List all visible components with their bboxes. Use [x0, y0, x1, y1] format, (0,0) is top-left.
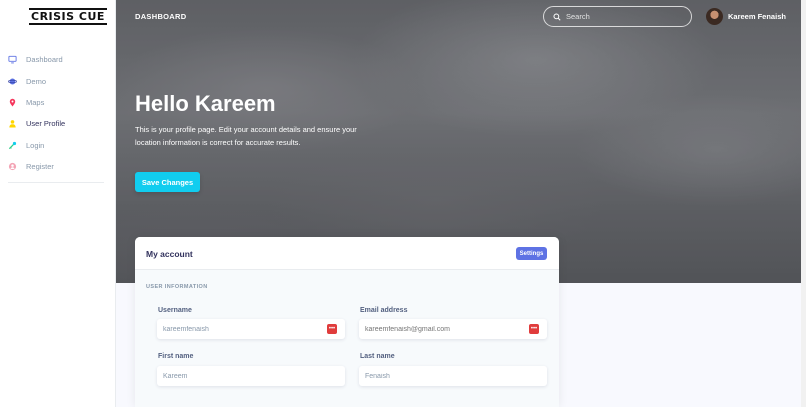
sidebar-nav: Dashboard Demo Maps User Profile Login R…: [0, 49, 116, 177]
password-manager-icon[interactable]: •••: [529, 324, 539, 334]
scrollbar[interactable]: [801, 0, 806, 407]
sidebar-item-user-profile[interactable]: User Profile: [0, 113, 116, 134]
settings-button[interactable]: Settings: [516, 247, 547, 260]
password-manager-icon[interactable]: •••: [327, 324, 337, 334]
last-name-field[interactable]: [365, 372, 515, 380]
pin-icon: [8, 98, 17, 107]
sidebar-item-label: Dashboard: [26, 55, 63, 65]
sidebar-item-login[interactable]: Login: [0, 135, 116, 156]
sidebar: CRISIS CUE Dashboard Demo Maps User Prof…: [0, 0, 116, 407]
search-input[interactable]: [566, 12, 686, 21]
username-label: Username: [158, 307, 192, 314]
profile-description: This is your profile page. Edit your acc…: [135, 125, 357, 147]
sidebar-item-label: User Profile: [26, 119, 66, 129]
email-label: Email address: [360, 307, 408, 314]
sidebar-item-label: Demo: [26, 76, 47, 86]
key-icon: [8, 141, 17, 150]
sidebar-divider: [8, 182, 104, 183]
save-changes-button[interactable]: Save Changes: [135, 172, 200, 192]
search-icon: [553, 8, 561, 26]
card-header: My account Settings: [135, 237, 559, 270]
avatar[interactable]: [706, 8, 723, 25]
app-logo[interactable]: CRISIS CUE: [29, 8, 107, 25]
sidebar-item-dashboard[interactable]: Dashboard: [0, 49, 116, 70]
sidebar-item-label: Maps: [26, 97, 45, 107]
sidebar-item-register[interactable]: Register: [0, 156, 116, 177]
card-title: My account: [146, 249, 193, 259]
circle-user-icon: [8, 162, 17, 171]
sidebar-item-demo[interactable]: Demo: [0, 70, 116, 91]
sidebar-item-label: Register: [26, 162, 54, 172]
account-card: My account Settings USER INFORMATION Use…: [135, 237, 559, 407]
search-box[interactable]: [543, 6, 692, 27]
last-name-label: Last name: [360, 353, 395, 360]
email-field[interactable]: [365, 325, 515, 333]
page-title[interactable]: DASHBOARD: [135, 12, 186, 21]
monitor-icon: [8, 55, 17, 64]
first-name-field-wrapper: [157, 366, 345, 386]
first-name-field[interactable]: [163, 372, 313, 380]
username-field-wrapper: •••: [157, 319, 345, 339]
user-menu[interactable]: Kareem Fenaish: [706, 8, 786, 25]
last-name-field-wrapper: [359, 366, 547, 386]
greeting-heading: Hello Kareem: [135, 91, 276, 116]
section-heading: USER INFORMATION: [146, 284, 208, 290]
planet-icon: [8, 77, 17, 86]
username-field[interactable]: [163, 325, 313, 333]
sidebar-item-label: Login: [26, 140, 45, 150]
user-icon: [8, 119, 17, 128]
sidebar-item-maps[interactable]: Maps: [0, 92, 116, 113]
user-name[interactable]: Kareem Fenaish: [728, 12, 786, 21]
first-name-label: First name: [158, 353, 194, 360]
email-field-wrapper: •••: [359, 319, 547, 339]
